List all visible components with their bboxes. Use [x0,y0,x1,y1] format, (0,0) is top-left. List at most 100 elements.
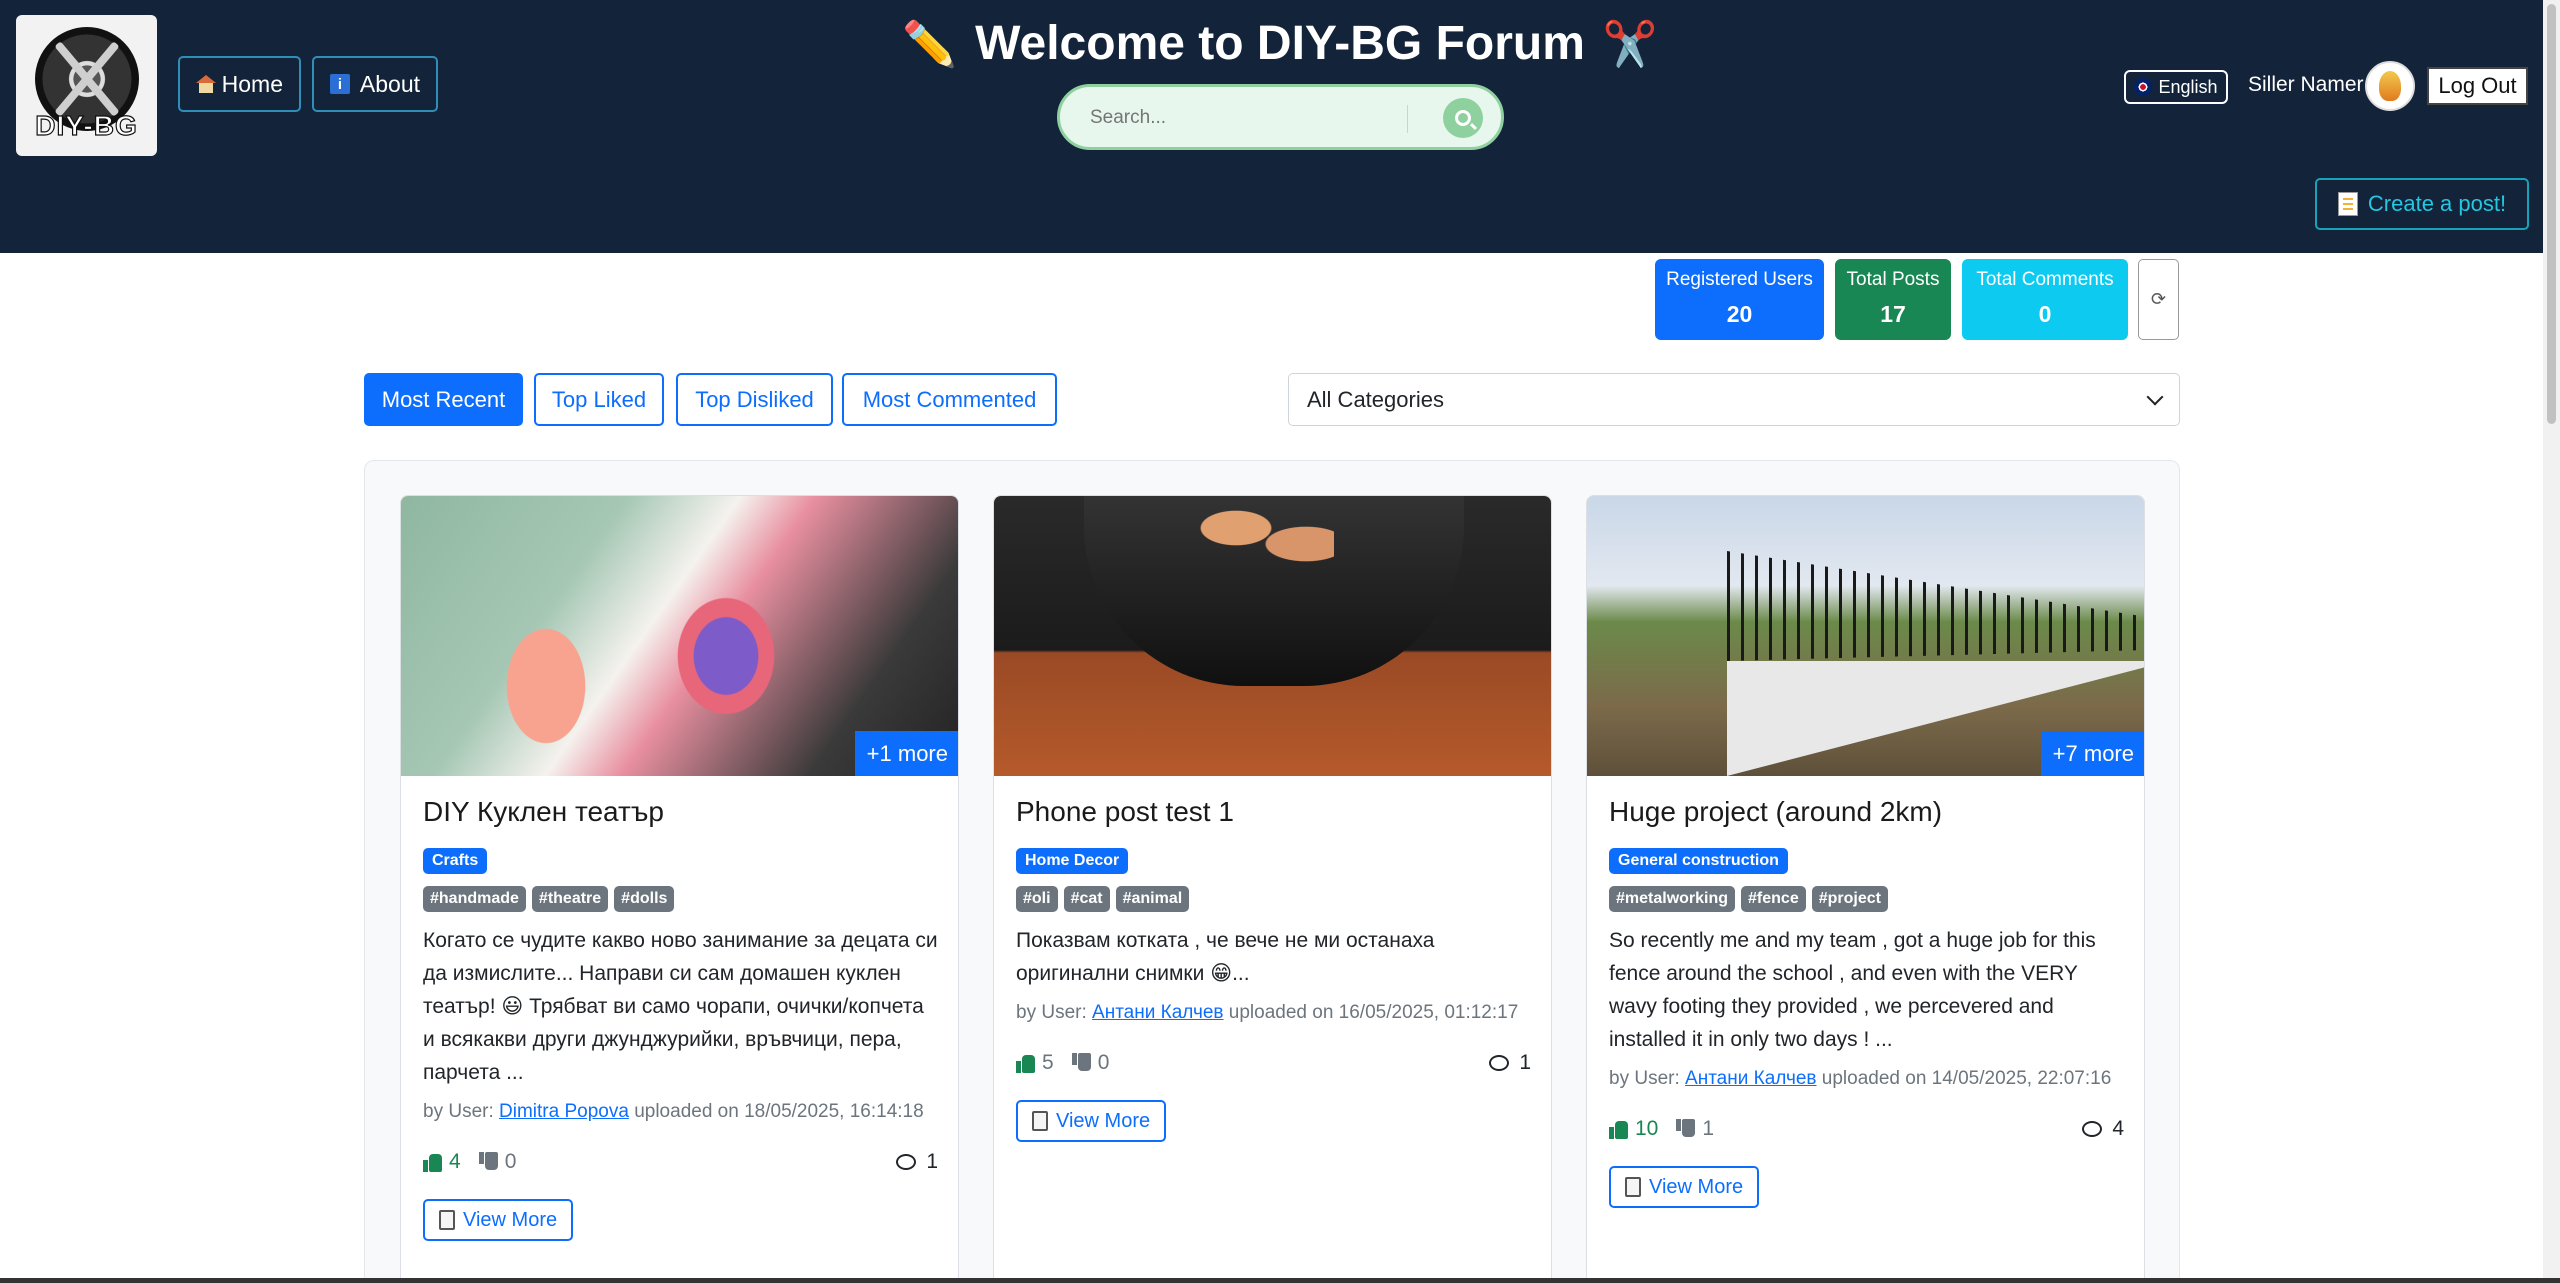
logout-button[interactable]: Log Out [2427,67,2528,105]
by-user-label: by User: [423,1101,494,1122]
post-image[interactable] [994,496,1551,776]
stat-total-posts: Total Posts 17 [1835,259,1951,340]
tab-most-recent[interactable]: Most Recent [364,373,523,426]
book-icon [1032,1111,1048,1131]
thumbs-up-icon [423,1152,443,1172]
comment-icon [2082,1121,2103,1137]
dislike-count: 0 [1097,1051,1110,1074]
post-card: +7 more Huge project (around 2km) Genera… [1586,495,2145,1283]
page-title-text: Welcome to DIY-BG Forum [975,17,1585,70]
scissors-icon: ✂️ [1602,19,1658,69]
search-icon [1455,110,1471,126]
like-count: 10 [1635,1117,1659,1140]
category-badge: Crafts [423,848,488,874]
tag: #project [1811,886,1888,912]
like-count: 4 [449,1150,461,1173]
dislike-button[interactable]: 1 [1676,1117,1714,1141]
tag: #metalworking [1609,886,1736,912]
view-more-label: View More [1056,1109,1151,1132]
post-meta: by User: Антани Калчев uploaded on 14/05… [1609,1068,2124,1090]
dislike-button[interactable]: 0 [478,1150,516,1174]
like-button[interactable]: 5 [1016,1051,1054,1075]
like-button[interactable]: 10 [1609,1117,1658,1141]
post-title[interactable]: Huge project (around 2km) [1609,796,2124,836]
category-select[interactable]: All Categories [1288,373,2180,426]
stat-label: Registered Users [1666,269,1813,290]
scrollbar-thumb[interactable] [2547,4,2556,424]
view-more-button[interactable]: View More [423,1199,574,1241]
post-actions: 10 1 4 [1609,1114,2124,1144]
category-badge: Home Decor [1016,848,1129,874]
view-more-button[interactable]: View More [1016,1100,1167,1142]
search-input[interactable] [1090,103,1420,133]
fence-shape [1727,551,2144,661]
search-bar [1057,84,1504,150]
comments-count: 4 [2082,1117,2124,1141]
post-title[interactable]: DIY Куклен театър [423,796,938,836]
author-link[interactable]: Dimitra Popova [499,1101,629,1122]
stat-value: 17 [1880,301,1906,327]
more-images-badge: +1 more [854,731,958,776]
create-post-label: Create a post! [2367,191,2507,216]
more-images-badge: +7 more [2040,731,2144,776]
dislike-button[interactable]: 0 [1071,1051,1110,1075]
language-switcher[interactable]: English [2124,70,2228,104]
category-badge: General construction [1609,848,1788,874]
book-icon [1625,1177,1641,1197]
like-count: 5 [1042,1051,1054,1074]
avatar-image [2379,71,2401,101]
post-description: Когато се чудите какво ново занимание за… [423,929,938,1084]
tab-top-disliked[interactable]: Top Disliked [676,373,833,426]
by-user-label: by User: [1016,1002,1087,1023]
comment-icon [896,1154,917,1170]
comments-count: 1 [1489,1051,1531,1075]
category-selected-value: All Categories [1307,386,1444,412]
memo-icon [2337,192,2358,216]
thumbs-down-icon [1676,1119,1696,1139]
stat-registered-users: Registered Users 20 [1655,259,1824,340]
dislike-count: 1 [1702,1117,1715,1140]
search-button[interactable] [1443,98,1483,138]
like-button[interactable]: 4 [423,1150,461,1174]
post-description: Показвам котката , че вече не ми останах… [1016,929,1435,985]
thumbs-up-icon [1609,1119,1629,1139]
tag: #dolls [614,886,675,912]
uk-flag-icon [2134,78,2153,96]
author-link[interactable]: Антани Калчев [1685,1068,1816,1089]
nav-about-label: About [359,70,420,97]
username[interactable]: Siller Namer [2248,73,2364,97]
stat-label: Total Posts [1846,269,1940,290]
post-image[interactable]: +7 more [1587,496,2144,776]
author-link[interactable]: Антани Калчев [1092,1002,1223,1023]
refresh-stats-button[interactable]: ⟳ [2138,259,2179,340]
tag-list: #metalworking #fence #project [1609,886,2124,912]
stat-value: 20 [1726,301,1753,327]
by-user-label: by User: [1609,1068,1680,1089]
post-title[interactable]: Phone post test 1 [1016,796,1531,836]
tab-most-commented[interactable]: Most Commented [842,373,1057,426]
page-scrollbar[interactable] [2543,0,2560,1283]
refresh-icon: ⟳ [2150,289,2167,309]
nav-home-label: Home [221,70,283,97]
thumbs-down-icon [478,1152,499,1172]
house-icon [196,75,216,93]
view-more-label: View More [1649,1175,1744,1198]
window-bottom-edge [0,1278,2560,1283]
feather-shape [491,606,601,766]
stat-label: Total Comments [1976,269,2114,290]
language-label: English [2158,76,2218,97]
comment-icon [1489,1055,1510,1071]
post-card: Phone post test 1 Home Decor #oli #cat #… [993,495,1552,1283]
tab-top-liked[interactable]: Top Liked [534,373,664,426]
view-more-button[interactable]: View More [1609,1166,1760,1208]
avatar[interactable] [2365,61,2415,111]
comment-count: 1 [926,1150,938,1173]
drawing-shape [651,566,801,746]
create-post-button[interactable]: Create a post! [2315,178,2529,230]
tag: #cat [1063,886,1110,912]
tag: #oli [1016,886,1058,912]
post-description: So recently me and my team , got a huge … [1609,929,2096,1051]
post-image[interactable]: +1 more [401,496,958,776]
comments-count: 1 [896,1150,938,1174]
book-icon [439,1210,455,1230]
